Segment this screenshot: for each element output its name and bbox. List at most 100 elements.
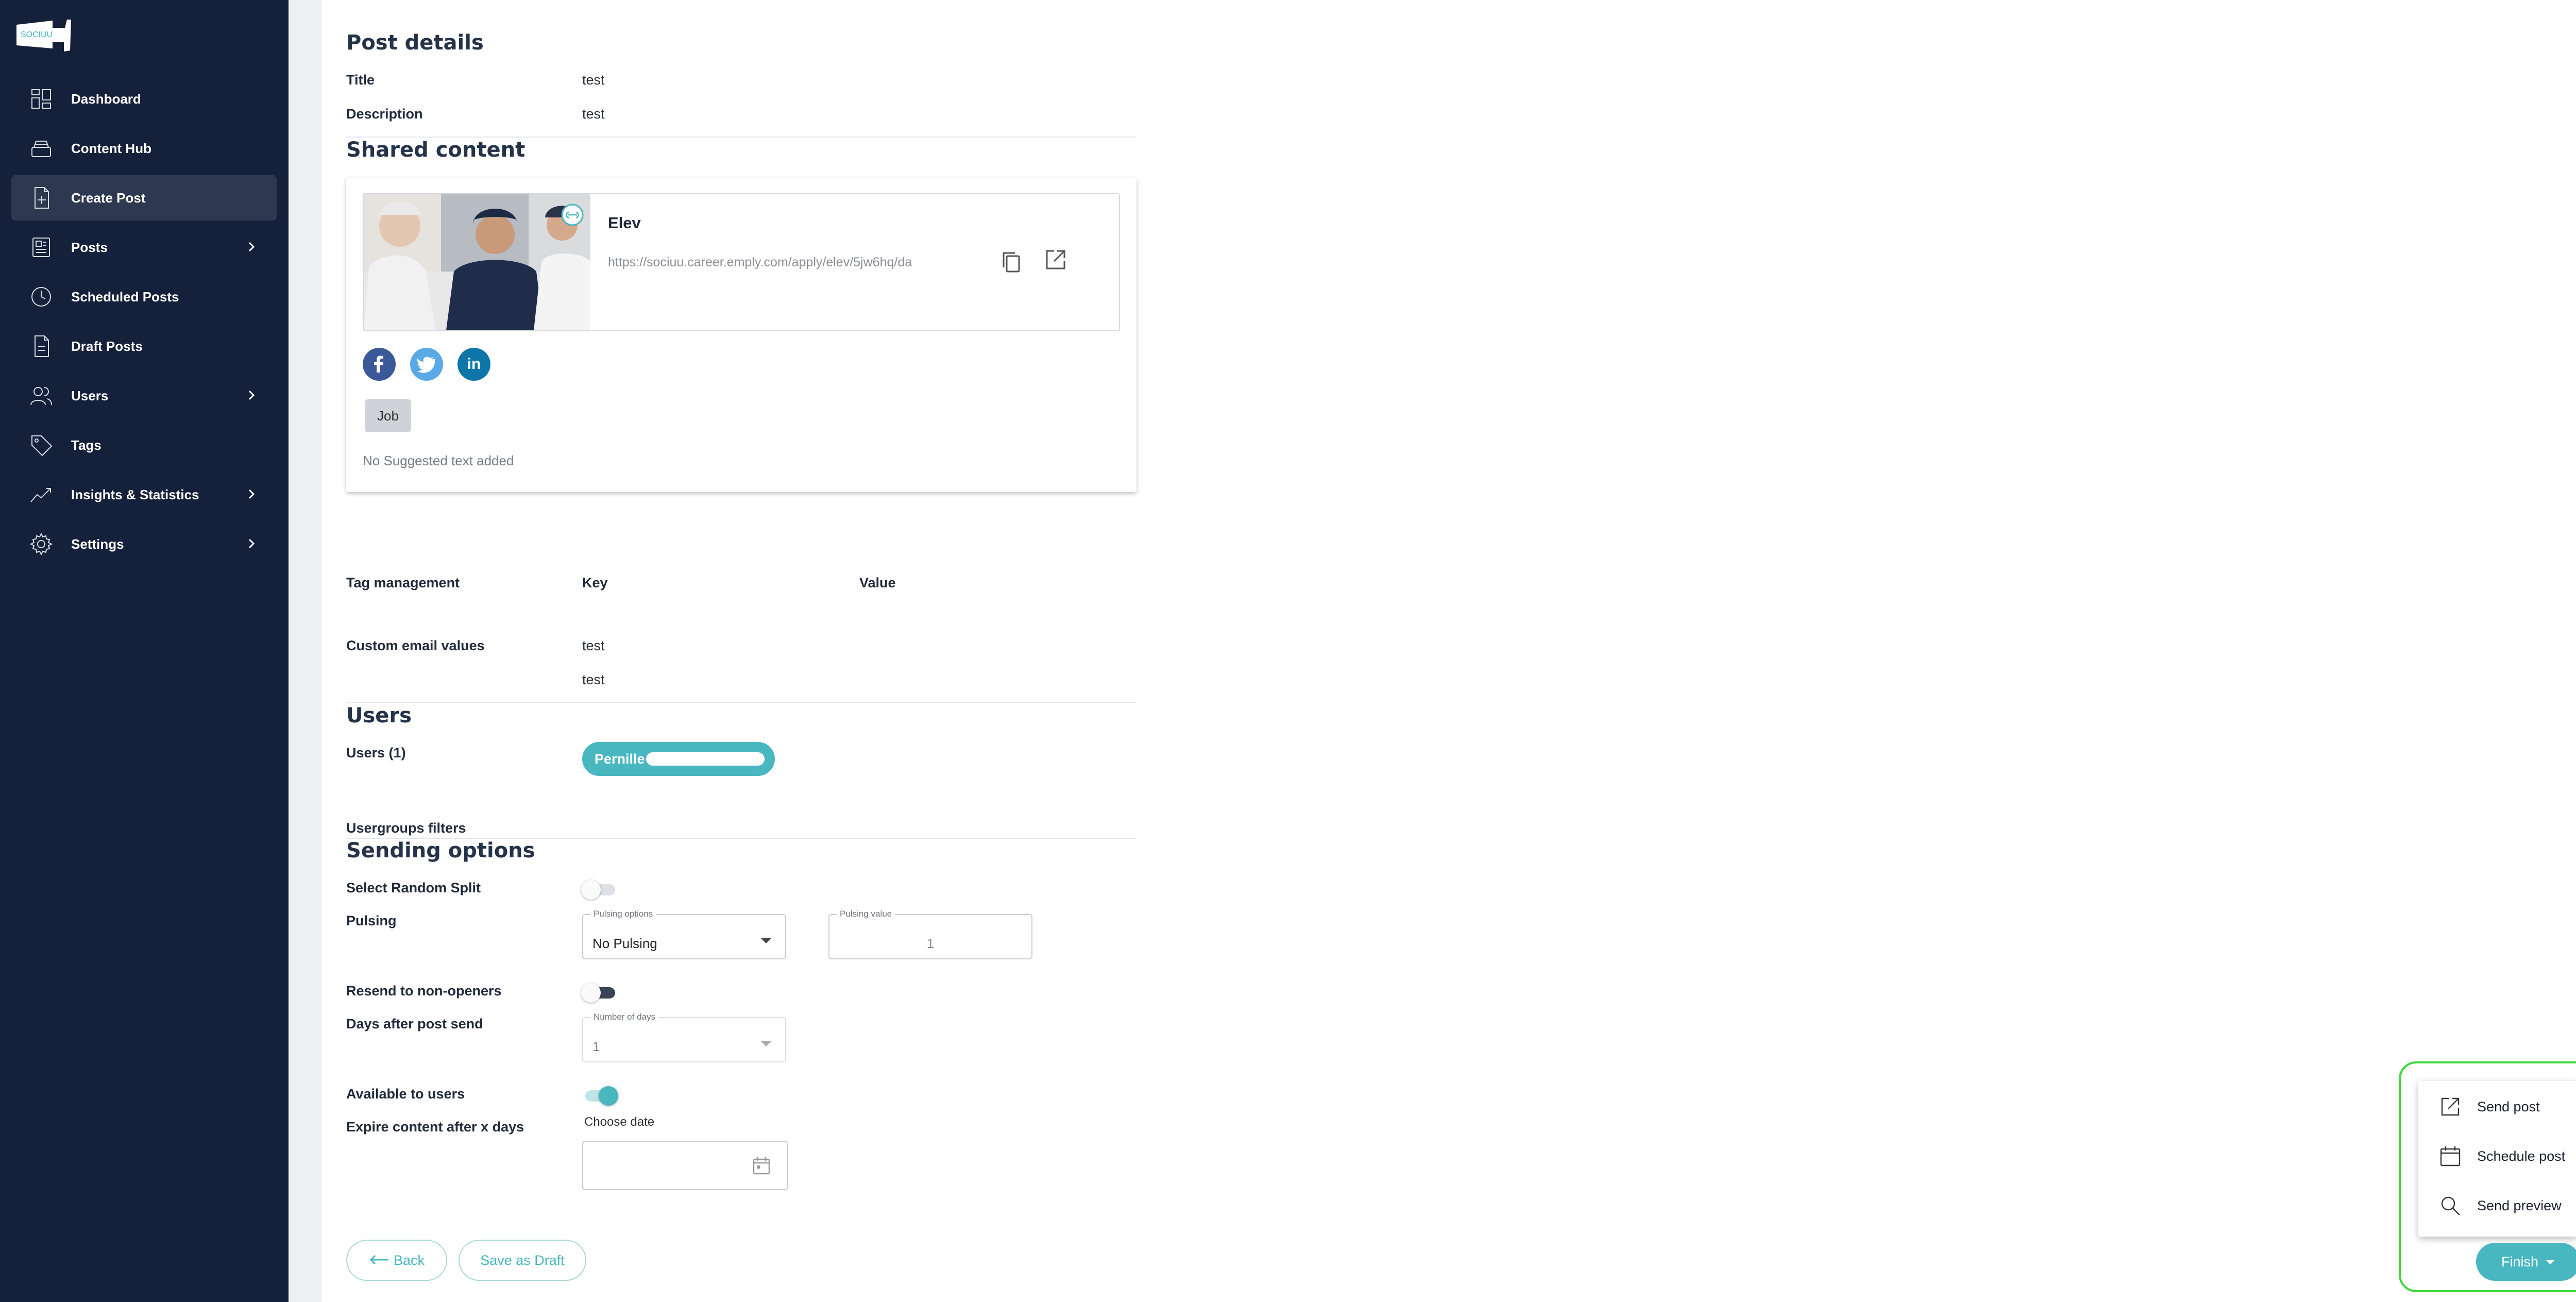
tag-management-label: Tag management — [346, 575, 460, 590]
open-external-icon[interactable] — [1043, 247, 1069, 273]
facebook-icon[interactable] — [363, 348, 396, 381]
description-label: Description — [346, 106, 423, 122]
back-button-label: Back — [393, 1252, 425, 1268]
clock-icon — [27, 282, 56, 311]
user-chip-redacted — [646, 752, 765, 766]
divider — [346, 137, 1137, 138]
pulsing-value-input[interactable]: Pulsing value 1 — [828, 909, 1032, 959]
sidebar-item-dashboard[interactable]: Dashboard — [11, 76, 277, 122]
sidebar-item-settings[interactable]: Settings — [11, 521, 277, 567]
trend-icon — [27, 480, 56, 509]
resend-toggle[interactable] — [581, 982, 619, 1003]
random-split-toggle[interactable] — [581, 879, 619, 900]
number-of-days-label: Number of days — [590, 1012, 658, 1022]
pulsing-label: Pulsing — [346, 913, 397, 928]
custom-email-value: test — [582, 638, 605, 653]
pulsing-options-label: Pulsing options — [590, 909, 656, 919]
custom-email-label: Custom email values — [346, 638, 485, 653]
sidebar-item-label: Draft Posts — [71, 338, 143, 354]
file-plus-icon — [27, 183, 56, 212]
choose-date-label: Choose date — [584, 1115, 655, 1129]
tag-value-header: Value — [859, 575, 896, 590]
sidebar-item-label: Dashboard — [71, 91, 141, 107]
sidebar-item-content-hub[interactable]: Content Hub — [11, 126, 277, 171]
sidebar-item-label: Tags — [71, 437, 101, 453]
shared-content-card: Elev https://sociuu.career.emply.com/app… — [346, 178, 1137, 492]
sidebar-item-create-post[interactable]: Create Post — [11, 175, 277, 221]
menu-item-send-preview[interactable]: Send preview — [2418, 1181, 2576, 1230]
main-panel: Post details Title test Description test… — [321, 0, 2576, 1302]
search-icon — [2439, 1194, 2462, 1217]
gear-icon — [27, 530, 56, 559]
dashboard-icon — [27, 84, 56, 113]
document-icon — [27, 332, 56, 361]
newspaper-icon — [27, 233, 56, 262]
pulsing-options-value: No Pulsing — [592, 936, 657, 951]
twitter-icon[interactable] — [410, 348, 443, 381]
number-of-days-select[interactable]: Number of days 1 — [582, 1012, 786, 1062]
sidebar-item-label: Create Post — [71, 190, 146, 206]
menu-item-label: Send post — [2477, 1098, 2540, 1114]
chevron-right-icon — [245, 487, 258, 501]
sidebar-item-label: Scheduled Posts — [71, 289, 179, 305]
sending-options-heading: Sending options — [346, 839, 535, 863]
link-preview[interactable]: Elev https://sociuu.career.emply.com/app… — [363, 193, 1120, 331]
back-button[interactable]: Back — [346, 1240, 447, 1281]
sidebar-item-users[interactable]: Users — [11, 373, 277, 418]
user-chip[interactable]: Pernille — [582, 742, 775, 776]
sidebar-item-insights-statistics[interactable]: Insights & Statistics — [11, 472, 277, 517]
save-draft-button[interactable]: Save as Draft — [459, 1240, 586, 1281]
user-chip-name: Pernille — [595, 751, 645, 767]
expire-date-input[interactable] — [582, 1141, 788, 1190]
random-split-label: Select Random Split — [346, 880, 481, 895]
sidebar-item-label: Settings — [71, 536, 124, 552]
sidebar-item-label: Insights & Statistics — [71, 486, 199, 502]
sidebar-item-label: Users — [71, 387, 109, 403]
caret-down-icon — [760, 938, 772, 943]
custom-email-value: test — [582, 672, 605, 687]
available-toggle[interactable] — [581, 1085, 619, 1106]
tag-key-header: Key — [582, 575, 608, 590]
users-icon — [27, 381, 56, 410]
tag-icon — [27, 431, 56, 460]
sidebar-item-label: Posts — [71, 239, 108, 255]
usergroups-filters-label: Usergroups filters — [346, 820, 466, 836]
number-of-days-value: 1 — [592, 1039, 600, 1054]
link-url[interactable]: https://sociuu.career.emply.com/apply/el… — [608, 255, 912, 270]
copy-icon[interactable] — [998, 249, 1024, 275]
caret-down-icon — [760, 1041, 772, 1046]
pulsing-options-select[interactable]: Pulsing options No Pulsing — [582, 909, 786, 959]
link-thumbnail — [364, 194, 590, 330]
chevron-right-icon — [245, 388, 258, 402]
sidebar: SOCIUU Dashboard Content Hub Create Post… — [0, 0, 289, 1302]
menu-item-schedule-post[interactable]: Schedule post — [2418, 1131, 2576, 1181]
title-value: test — [582, 72, 605, 88]
post-details-heading: Post details — [346, 31, 484, 55]
sociuu-logo[interactable]: SOCIUU — [10, 14, 72, 56]
finish-menu: Send post Schedule post Send preview — [2418, 1081, 2576, 1237]
pulsing-value-label: Pulsing value — [837, 909, 895, 919]
chevron-right-icon — [245, 240, 258, 253]
suggested-text-note: No Suggested text added — [363, 453, 514, 468]
available-label: Available to users — [346, 1086, 465, 1102]
divider — [346, 702, 1137, 703]
expire-label: Expire content after x days — [346, 1119, 524, 1135]
sidebar-item-draft-posts[interactable]: Draft Posts — [11, 324, 277, 369]
calendar-icon[interactable] — [751, 1155, 772, 1176]
resend-label: Resend to non-openers — [346, 983, 502, 999]
sidebar-item-tags[interactable]: Tags — [11, 422, 277, 468]
calendar-icon — [2439, 1145, 2462, 1168]
menu-item-send-post[interactable]: Send post — [2418, 1082, 2576, 1131]
description-value: test — [582, 106, 605, 122]
caret-down-icon — [2546, 1259, 2555, 1264]
sidebar-item-scheduled-posts[interactable]: Scheduled Posts — [11, 274, 277, 319]
tag-chip: Job — [365, 399, 411, 432]
stack-icon — [27, 134, 56, 163]
arrow-left-icon — [369, 1253, 389, 1269]
sidebar-item-label: Content Hub — [71, 140, 151, 156]
linkedin-icon[interactable]: in — [457, 348, 490, 381]
finish-button-label: Finish — [2501, 1254, 2539, 1270]
finish-button[interactable]: Finish — [2476, 1243, 2576, 1281]
sidebar-item-posts[interactable]: Posts — [11, 225, 277, 270]
users-count-label: Users (1) — [346, 745, 406, 760]
